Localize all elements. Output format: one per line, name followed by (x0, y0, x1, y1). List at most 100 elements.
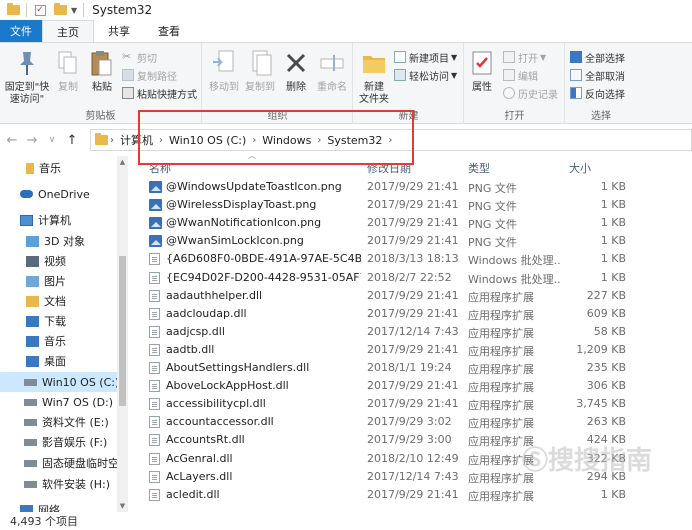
edit-button[interactable]: 编辑 (503, 67, 538, 83)
table-row[interactable]: accountaccessor.dll 2017/9/29 3:02 应用程序扩展 2… (143, 413, 692, 431)
sidebar-item-drive-g[interactable]: 固态硬盘临时空间 (0, 453, 118, 473)
select-none-button[interactable]: 全部取消 (570, 67, 625, 83)
column-header-type[interactable]: 类型 (468, 160, 490, 176)
sidebar-item-pictures[interactable]: 图片 (0, 271, 118, 291)
move-to-button[interactable]: 移动到 (207, 47, 241, 94)
document-file-icon (149, 307, 160, 320)
table-row[interactable]: AboveLockAppHost.dll 2017/9/29 21:41 应用程序扩… (143, 377, 692, 395)
open-dropdown-icon: ▼ (540, 52, 547, 62)
sidebar-item-videos[interactable]: 视频 (0, 251, 118, 271)
column-header-date[interactable]: 修改日期 (367, 160, 411, 176)
document-file-icon (149, 253, 160, 266)
table-row[interactable]: AcLayers.dll 2017/12/14 7:43 应用程序扩展 294 KB (143, 468, 692, 486)
sidebar-item-3d-objects[interactable]: 3D 对象 (0, 231, 118, 251)
open-button[interactable]: 打开 ▼ (503, 49, 546, 65)
tab-home[interactable]: 主页 (42, 20, 94, 42)
sidebar-item-documents[interactable]: 文档 (0, 291, 118, 311)
table-row[interactable]: aadauthhelper.dll 2017/9/29 21:41 应用程序扩展 22… (143, 287, 692, 305)
rename-button[interactable]: 重命名 (315, 47, 349, 94)
file-name: AcGenral.dll (166, 451, 233, 465)
table-row[interactable]: @WwanSimLockIcon.png 2017/9/29 21:41 PNG 文… (143, 232, 692, 250)
sidebar-item-drive-f[interactable]: 影音娱乐 (F:) (0, 432, 118, 452)
address-bar[interactable]: › 计算机 › Win10 OS (C:) › Windows › System… (90, 129, 692, 151)
clipboard-group-label: 剪贴板 (85, 111, 116, 122)
sidebar-item-music-top[interactable]: 音乐 (0, 158, 118, 178)
copy-button[interactable]: 复制 (54, 47, 82, 94)
new-folder-button[interactable]: 新建 文件夹 (356, 47, 392, 106)
sidebar-scrollbar[interactable]: ▲ ▼ (117, 156, 128, 512)
file-size: 1 KB (600, 270, 626, 284)
sidebar-scrollbar-thumb[interactable] (119, 256, 126, 406)
up-arrow-icon[interactable]: ↑ (62, 133, 82, 148)
new-folder-quick-icon[interactable] (53, 3, 67, 17)
document-file-icon (149, 271, 160, 284)
table-row[interactable]: aadjcsp.dll 2017/12/14 7:43 应用程序扩展 58 KB (143, 323, 692, 341)
forward-arrow-icon[interactable]: → (22, 133, 42, 148)
table-row[interactable]: {EC94D02F-D200-4428-9531-05AF7F... 2018/2… (143, 269, 692, 287)
table-row[interactable]: @WindowsUpdateToastIcon.png 2017/9/29 21:… (143, 178, 692, 196)
breadcrumb-chevron-icon[interactable]: › (157, 135, 165, 146)
table-row[interactable]: @WirelessDisplayToast.png 2017/9/29 21:41… (143, 196, 692, 214)
table-row[interactable]: AccountsRt.dll 2017/9/29 3:00 应用程序扩展 424 KB (143, 431, 692, 449)
sidebar-item-desktop[interactable]: 桌面 (0, 351, 118, 371)
breadcrumb-computer[interactable]: 计算机 (116, 132, 157, 148)
table-row[interactable]: AboutSettingsHandlers.dll 2018/1/1 19:24 应… (143, 359, 692, 377)
sidebar-item-drive-d[interactable]: Win7 OS (D:) (0, 392, 118, 412)
column-header-size[interactable]: 大小 (569, 160, 591, 176)
table-row[interactable]: acledit.dll 2017/9/29 21:41 应用程序扩展 1 KB (143, 486, 692, 504)
recent-dropdown-icon[interactable]: ∨ (42, 135, 62, 145)
sidebar-item-computer[interactable]: 计算机 (0, 210, 118, 230)
sidebar-item-drive-h[interactable]: 软件安装 (H:) (0, 474, 118, 494)
select-all-button[interactable]: 全部选择 (570, 49, 625, 65)
file-name: aadjcsp.dll (166, 324, 225, 338)
copy-path-button[interactable]: 复制路径 (122, 67, 177, 83)
sidebar-item-drive-e[interactable]: 资料文件 (E:) (0, 412, 118, 432)
table-row[interactable]: accessibilitycpl.dll 2017/9/29 21:41 应用程序扩… (143, 395, 692, 413)
breadcrumb-chevron-icon[interactable]: › (250, 135, 258, 146)
invert-selection-button[interactable]: 反向选择 (570, 85, 625, 101)
table-row[interactable]: aadcloudap.dll 2017/9/29 21:41 应用程序扩展 609 K… (143, 305, 692, 323)
file-size: 263 KB (586, 415, 626, 429)
file-date: 2017/9/29 21:41 (367, 487, 459, 501)
table-row[interactable]: AcGenral.dll 2018/2/10 12:49 应用程序扩展 322 KB (143, 450, 692, 468)
sidebar-item-onedrive[interactable]: OneDrive (0, 184, 118, 204)
file-date: 2017/9/29 21:41 (367, 288, 459, 302)
sidebar-item-music[interactable]: 音乐 (0, 331, 118, 351)
open-group: 属性 打开 ▼ 编辑 历史记录 打开 (465, 43, 565, 124)
delete-button[interactable]: 删除 (283, 47, 309, 94)
scroll-up-icon[interactable]: ▲ (117, 158, 128, 166)
document-file-icon (149, 380, 160, 393)
window-title: System32 (92, 3, 153, 17)
tab-view[interactable]: 查看 (144, 20, 194, 42)
table-row[interactable]: aadtb.dll 2017/9/29 21:41 应用程序扩展 1,209 KB (143, 341, 692, 359)
easy-access-button[interactable]: 轻松访问 ▼ (394, 67, 457, 83)
breadcrumb-system32[interactable]: System32 (323, 134, 386, 147)
tab-share[interactable]: 共享 (94, 20, 144, 42)
pin-quick-access-button[interactable]: 固定到"快速访问" (4, 47, 50, 106)
sidebar-item-network[interactable]: 网络 (0, 500, 118, 512)
breadcrumb-drive-c[interactable]: Win10 OS (C:) (165, 134, 250, 147)
scroll-down-icon[interactable]: ▼ (117, 502, 128, 510)
history-button[interactable]: 历史记录 (503, 85, 558, 101)
back-arrow-icon[interactable]: ← (2, 133, 22, 148)
column-header-name[interactable]: 名称 (149, 160, 171, 176)
table-row[interactable]: {A6D608F0-0BDE-491A-97AE-5C4B0... 2018/3/… (143, 250, 692, 268)
file-type: 应用程序扩展 (468, 471, 534, 485)
copy-to-button[interactable]: 复制到 (243, 47, 277, 94)
drive-icon (24, 398, 37, 406)
paste-shortcut-button[interactable]: 粘贴快捷方式 (122, 85, 197, 101)
cut-button[interactable]: ✂ 剪切 (122, 49, 157, 65)
breadcrumb-chevron-icon[interactable]: › (315, 135, 323, 146)
table-row[interactable]: @WwanNotificationIcon.png 2017/9/29 21:41… (143, 214, 692, 232)
breadcrumb-windows[interactable]: Windows (258, 134, 315, 147)
breadcrumb-chevron-icon[interactable]: › (386, 135, 394, 146)
properties-button[interactable]: 属性 (467, 47, 497, 94)
new-item-button[interactable]: 新建项目 ▼ (394, 49, 457, 65)
quick-access-dropdown-icon[interactable]: ▼ (71, 6, 77, 15)
sidebar-item-drive-c[interactable]: Win10 OS (C:) (0, 372, 119, 392)
sidebar-item-downloads[interactable]: 下载 (0, 311, 118, 331)
file-size: 424 KB (586, 433, 626, 447)
tab-file[interactable]: 文件 (0, 20, 42, 42)
properties-check-icon[interactable]: ✓ (33, 3, 47, 17)
paste-button[interactable]: 粘贴 (88, 47, 116, 94)
